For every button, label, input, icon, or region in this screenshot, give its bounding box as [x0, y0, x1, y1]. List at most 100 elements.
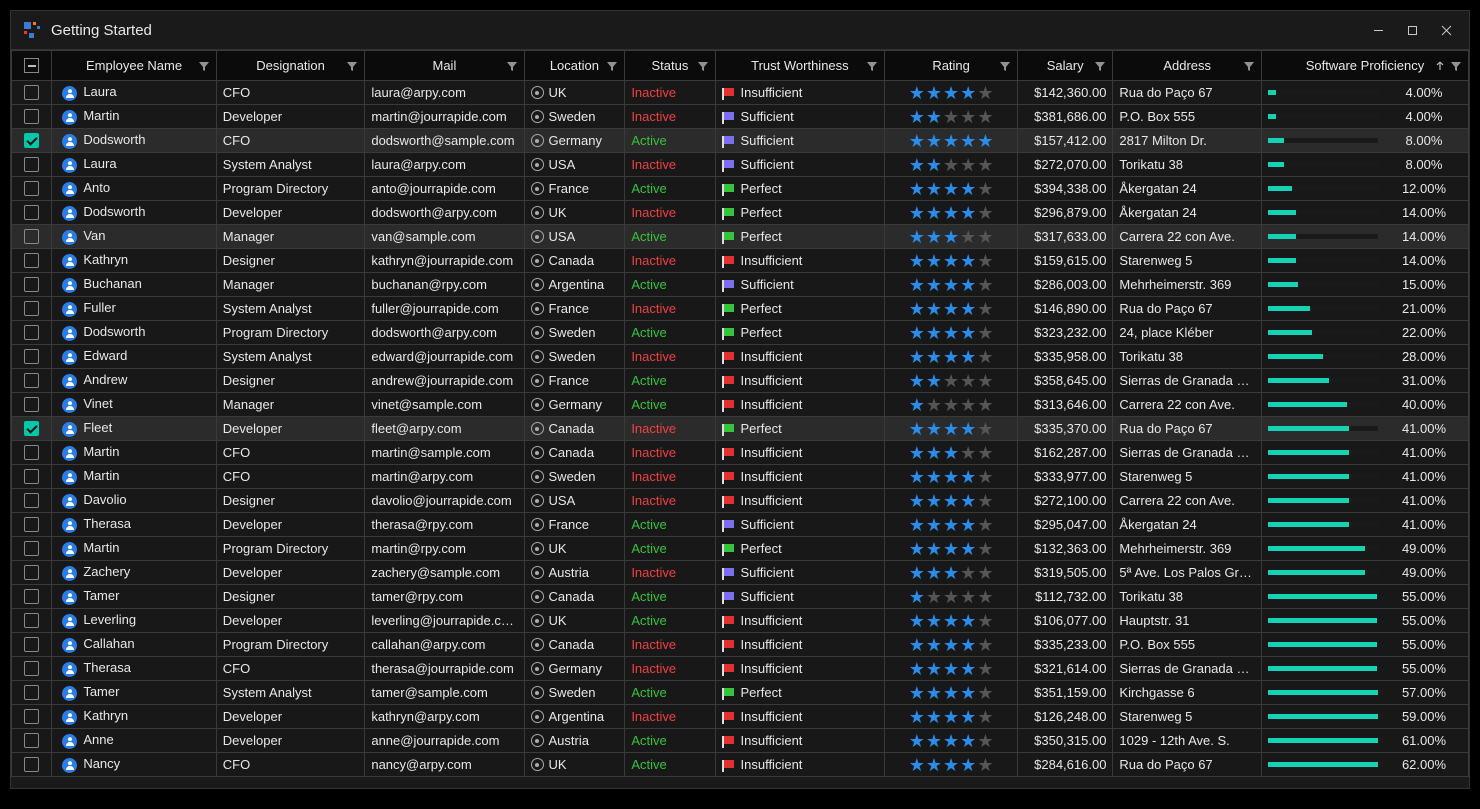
table-row[interactable]: DavolioDesignerdavolio@jourrapide.comUSA…	[12, 489, 1469, 513]
header-select-all[interactable]	[12, 51, 52, 81]
rating-cell[interactable]: ★★★★★	[885, 201, 1018, 225]
rating-cell[interactable]: ★★★★★	[885, 729, 1018, 753]
filter-icon[interactable]	[697, 60, 709, 72]
table-row[interactable]: VanManagervan@sample.comUSAActivePerfect…	[12, 225, 1469, 249]
table-row[interactable]: TherasaCFOtherasa@jourrapide.comGermanyI…	[12, 657, 1469, 681]
row-checkbox[interactable]	[24, 133, 39, 148]
header-location[interactable]: Location	[524, 51, 625, 81]
table-row[interactable]: TamerSystem Analysttamer@sample.comSwede…	[12, 681, 1469, 705]
table-row[interactable]: MartinCFOmartin@sample.comCanadaInactive…	[12, 441, 1469, 465]
table-row[interactable]: KathrynDesignerkathryn@jourrapide.comCan…	[12, 249, 1469, 273]
header-status[interactable]: Status	[625, 51, 715, 81]
filter-icon[interactable]	[506, 60, 518, 72]
rating-cell[interactable]: ★★★★★	[885, 489, 1018, 513]
row-checkbox[interactable]	[24, 565, 39, 580]
header-rating[interactable]: Rating	[885, 51, 1018, 81]
row-checkbox[interactable]	[24, 109, 39, 124]
table-row[interactable]: ZacheryDeveloperzachery@sample.comAustri…	[12, 561, 1469, 585]
rating-cell[interactable]: ★★★★★	[885, 249, 1018, 273]
rating-cell[interactable]: ★★★★★	[885, 105, 1018, 129]
table-row[interactable]: AntoProgram Directoryanto@jourrapide.com…	[12, 177, 1469, 201]
row-checkbox[interactable]	[24, 301, 39, 316]
filter-icon[interactable]	[999, 60, 1011, 72]
table-row[interactable]: DodsworthProgram Directorydodsworth@arpy…	[12, 321, 1469, 345]
filter-icon[interactable]	[198, 60, 210, 72]
row-checkbox[interactable]	[24, 493, 39, 508]
row-checkbox[interactable]	[24, 253, 39, 268]
rating-cell[interactable]: ★★★★★	[885, 153, 1018, 177]
row-checkbox[interactable]	[24, 277, 39, 292]
row-checkbox[interactable]	[24, 85, 39, 100]
row-checkbox[interactable]	[24, 229, 39, 244]
row-checkbox[interactable]	[24, 589, 39, 604]
row-checkbox[interactable]	[24, 445, 39, 460]
header-address[interactable]: Address	[1113, 51, 1262, 81]
rating-cell[interactable]: ★★★★★	[885, 81, 1018, 105]
rating-cell[interactable]: ★★★★★	[885, 585, 1018, 609]
rating-cell[interactable]: ★★★★★	[885, 561, 1018, 585]
table-row[interactable]: LauraCFOlaura@arpy.comUKInactiveInsuffic…	[12, 81, 1469, 105]
row-checkbox[interactable]	[24, 325, 39, 340]
row-checkbox[interactable]	[24, 637, 39, 652]
rating-cell[interactable]: ★★★★★	[885, 297, 1018, 321]
rating-cell[interactable]: ★★★★★	[885, 705, 1018, 729]
rating-cell[interactable]: ★★★★★	[885, 273, 1018, 297]
rating-cell[interactable]: ★★★★★	[885, 417, 1018, 441]
table-row[interactable]: CallahanProgram Directorycallahan@arpy.c…	[12, 633, 1469, 657]
table-row[interactable]: TherasaDevelopertherasa@rpy.comFranceAct…	[12, 513, 1469, 537]
table-row[interactable]: FleetDeveloperfleet@arpy.comCanadaInacti…	[12, 417, 1469, 441]
table-row[interactable]: BuchananManagerbuchanan@rpy.comArgentina…	[12, 273, 1469, 297]
table-row[interactable]: EdwardSystem Analystedward@jourrapide.co…	[12, 345, 1469, 369]
table-row[interactable]: FullerSystem Analystfuller@jourrapide.co…	[12, 297, 1469, 321]
rating-cell[interactable]: ★★★★★	[885, 633, 1018, 657]
rating-cell[interactable]: ★★★★★	[885, 753, 1018, 777]
table-row[interactable]: DodsworthDeveloperdodsworth@arpy.comUKIn…	[12, 201, 1469, 225]
collapse-all-icon[interactable]	[24, 58, 39, 73]
minimize-button[interactable]	[1361, 16, 1395, 44]
sort-asc-icon[interactable]	[1434, 60, 1446, 72]
header-employee-name[interactable]: Employee Name	[52, 51, 216, 81]
row-checkbox[interactable]	[24, 613, 39, 628]
header-designation[interactable]: Designation	[216, 51, 365, 81]
row-checkbox[interactable]	[24, 349, 39, 364]
header-salary[interactable]: Salary	[1017, 51, 1113, 81]
filter-icon[interactable]	[606, 60, 618, 72]
table-row[interactable]: NancyCFOnancy@arpy.comUKActiveInsufficie…	[12, 753, 1469, 777]
table-row[interactable]: LauraSystem Analystlaura@arpy.comUSAInac…	[12, 153, 1469, 177]
rating-cell[interactable]: ★★★★★	[885, 537, 1018, 561]
table-row[interactable]: MartinDevelopermartin@jourrapide.comSwed…	[12, 105, 1469, 129]
row-checkbox[interactable]	[24, 469, 39, 484]
row-checkbox[interactable]	[24, 709, 39, 724]
table-row[interactable]: MartinCFOmartin@arpy.comSwedenInactiveIn…	[12, 465, 1469, 489]
row-checkbox[interactable]	[24, 205, 39, 220]
table-row[interactable]: KathrynDeveloperkathryn@arpy.comArgentin…	[12, 705, 1469, 729]
rating-cell[interactable]: ★★★★★	[885, 321, 1018, 345]
maximize-button[interactable]	[1395, 16, 1429, 44]
header-mail[interactable]: Mail	[365, 51, 524, 81]
rating-cell[interactable]: ★★★★★	[885, 441, 1018, 465]
table-row[interactable]: VinetManagervinet@sample.comGermanyActiv…	[12, 393, 1469, 417]
table-row[interactable]: MartinProgram Directorymartin@rpy.comUKA…	[12, 537, 1469, 561]
header-trust[interactable]: Trust Worthiness	[715, 51, 885, 81]
grid-scroll[interactable]: Employee Name Designation Mail Location …	[11, 50, 1469, 788]
close-button[interactable]	[1429, 16, 1463, 44]
row-checkbox[interactable]	[24, 685, 39, 700]
row-checkbox[interactable]	[24, 757, 39, 772]
table-row[interactable]: TamerDesignertamer@rpy.comCanadaActiveSu…	[12, 585, 1469, 609]
filter-icon[interactable]	[1450, 60, 1462, 72]
filter-icon[interactable]	[1243, 60, 1255, 72]
row-checkbox[interactable]	[24, 733, 39, 748]
rating-cell[interactable]: ★★★★★	[885, 369, 1018, 393]
rating-cell[interactable]: ★★★★★	[885, 129, 1018, 153]
rating-cell[interactable]: ★★★★★	[885, 225, 1018, 249]
row-checkbox[interactable]	[24, 517, 39, 532]
row-checkbox[interactable]	[24, 421, 39, 436]
row-checkbox[interactable]	[24, 157, 39, 172]
rating-cell[interactable]: ★★★★★	[885, 345, 1018, 369]
rating-cell[interactable]: ★★★★★	[885, 177, 1018, 201]
row-checkbox[interactable]	[24, 181, 39, 196]
rating-cell[interactable]: ★★★★★	[885, 513, 1018, 537]
table-row[interactable]: DodsworthCFOdodsworth@sample.comGermanyA…	[12, 129, 1469, 153]
rating-cell[interactable]: ★★★★★	[885, 465, 1018, 489]
filter-icon[interactable]	[346, 60, 358, 72]
